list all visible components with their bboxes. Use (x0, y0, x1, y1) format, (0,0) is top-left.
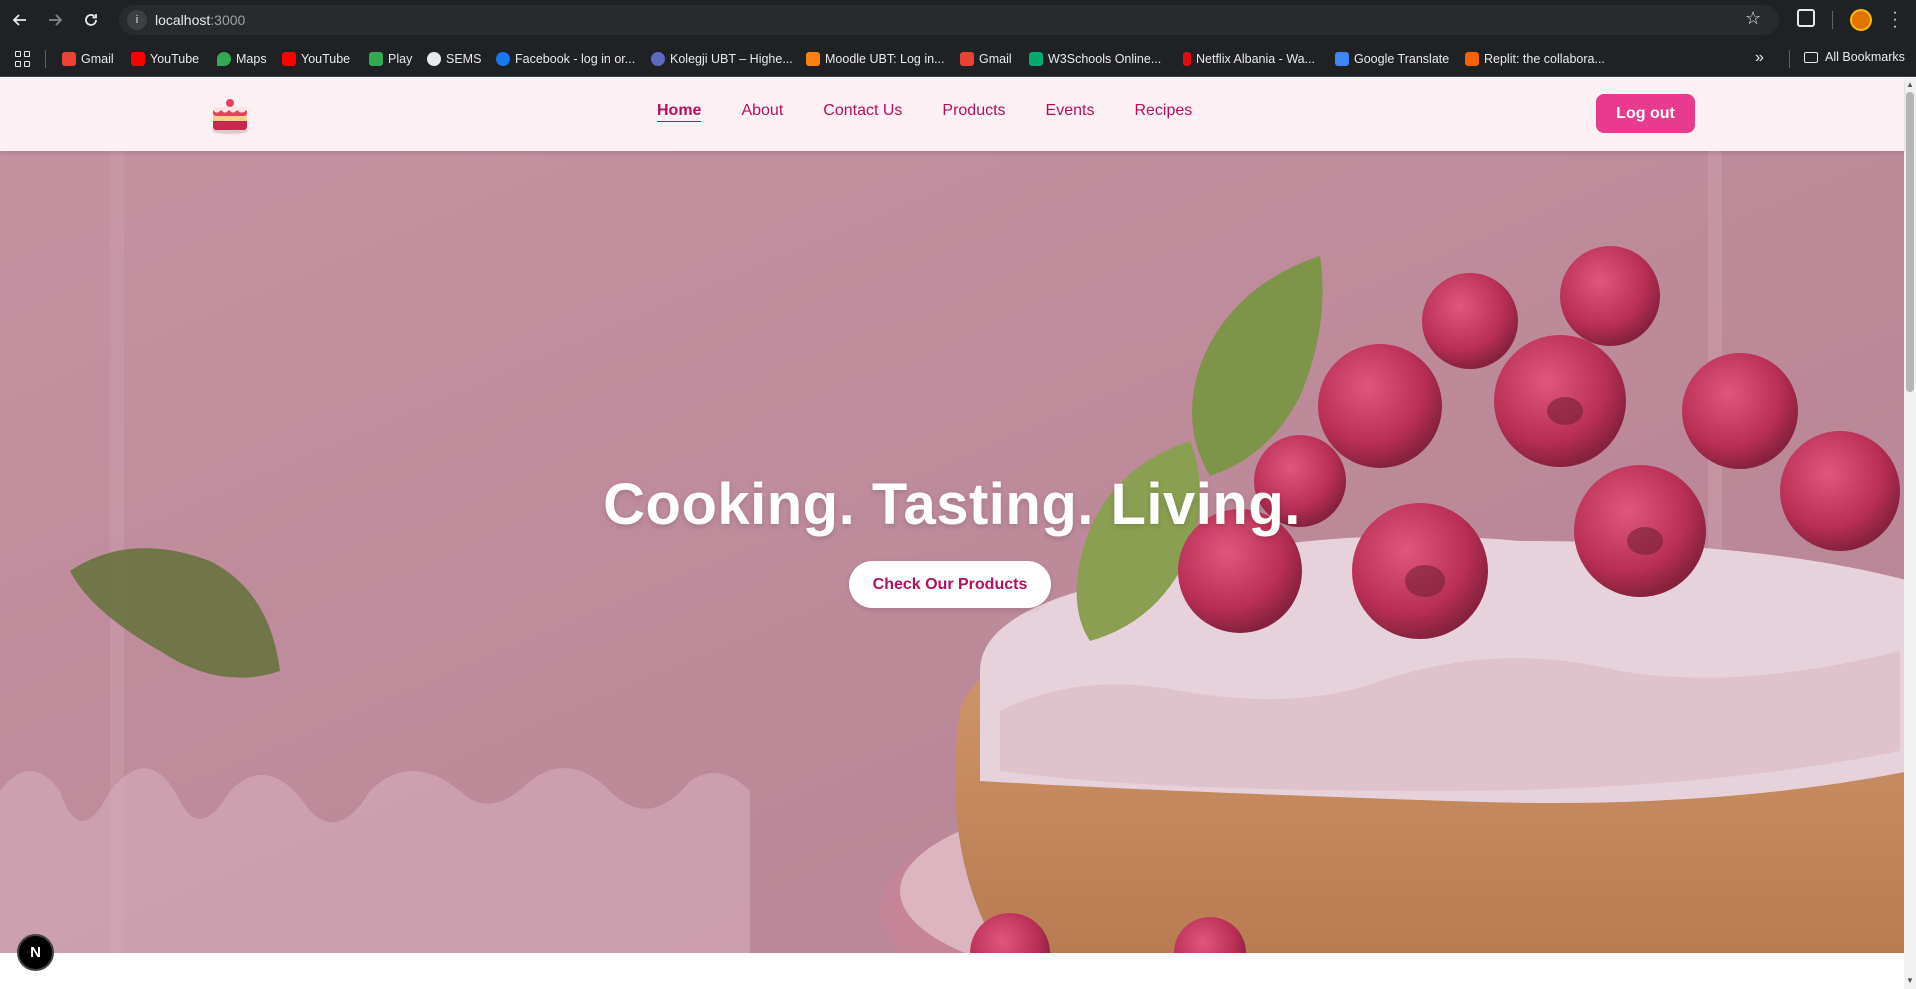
bookmark-youtube-2[interactable]: YouTube (282, 50, 350, 68)
scroll-up-icon[interactable]: ▲ (1906, 80, 1914, 89)
cake-logo-icon[interactable] (210, 98, 250, 134)
nextjs-dev-badge[interactable]: N (17, 934, 54, 971)
bookmarks-bar: Gmail YouTube Maps YouTube Play SEMS Fac… (0, 41, 1916, 77)
profile-avatar[interactable] (1850, 9, 1872, 31)
moodle-icon (806, 52, 820, 66)
ubt-icon (651, 52, 665, 66)
gmail-icon (62, 52, 76, 66)
nav-link-products[interactable]: Products (942, 102, 1005, 122)
bookmark-google-translate[interactable]: Google Translate (1335, 50, 1449, 68)
hero-overlay (0, 151, 1904, 953)
page-scrollbar[interactable]: ▲ ▼ (1904, 78, 1916, 989)
browser-toolbar: i localhost:3000 ☆ · · · (0, 0, 1916, 41)
nav-link-home[interactable]: Home (657, 102, 702, 122)
site-info-icon[interactable]: i (127, 10, 147, 30)
menu-kebab-icon[interactable]: · · · (1890, 5, 1900, 35)
scroll-down-icon[interactable]: ▼ (1906, 976, 1914, 985)
extensions-icon[interactable] (1797, 9, 1815, 27)
youtube-icon (131, 52, 145, 66)
gmail-icon (960, 52, 974, 66)
bookmark-w3schools[interactable]: W3Schools Online... (1029, 50, 1161, 68)
reload-icon[interactable] (79, 8, 103, 32)
bookmarks-overflow-icon[interactable]: » (1755, 49, 1764, 67)
url-text[interactable]: localhost:3000 (155, 12, 245, 28)
bookmark-star-icon[interactable]: ☆ (1745, 8, 1761, 29)
sems-icon (427, 52, 441, 66)
bookmark-gmail-2[interactable]: Gmail (960, 50, 1012, 68)
bookmark-facebook[interactable]: Facebook - log in or... (496, 50, 635, 68)
nav-link-contact-us[interactable]: Contact Us (823, 102, 902, 122)
all-bookmarks-button[interactable]: All Bookmarks (1804, 50, 1905, 64)
site-navbar: Home About Contact Us Products Events Re… (0, 78, 1904, 151)
toolbar-divider (1832, 11, 1833, 29)
bookmark-maps[interactable]: Maps (217, 50, 267, 68)
play-icon (369, 52, 383, 66)
bookmark-netflix[interactable]: Netflix Albania - Wa... (1183, 50, 1315, 68)
nav-link-about[interactable]: About (741, 102, 783, 122)
facebook-icon (496, 52, 510, 66)
bookmark-play[interactable]: Play (369, 50, 412, 68)
check-products-button[interactable]: Check Our Products (849, 561, 1051, 608)
bookmark-replit[interactable]: Replit: the collabora... (1465, 50, 1605, 68)
bookmark-gmail[interactable]: Gmail (62, 50, 114, 68)
netflix-icon (1183, 52, 1191, 66)
hero-section: Cooking. Tasting. Living. Check Our Prod… (0, 151, 1904, 953)
nav-links: Home About Contact Us Products Events Re… (657, 102, 1192, 122)
back-icon[interactable] (8, 8, 32, 32)
folder-icon (1804, 51, 1818, 63)
page-viewport: Home About Contact Us Products Events Re… (0, 78, 1916, 989)
bookmark-moodle[interactable]: Moodle UBT: Log in... (806, 50, 945, 68)
bookmarks-divider (45, 50, 46, 68)
hero-title: Cooking. Tasting. Living. (603, 472, 1301, 537)
logout-button[interactable]: Log out (1596, 94, 1695, 133)
nav-link-events[interactable]: Events (1046, 102, 1095, 122)
maps-icon (217, 52, 231, 66)
bookmark-youtube[interactable]: YouTube (131, 50, 199, 68)
address-bar[interactable]: i localhost:3000 (119, 5, 1779, 35)
apps-grid-icon[interactable] (15, 51, 31, 67)
translate-icon (1335, 52, 1349, 66)
forward-icon[interactable] (43, 8, 67, 32)
scroll-thumb[interactable] (1906, 92, 1914, 392)
bookmark-sems[interactable]: SEMS (427, 50, 481, 68)
nav-link-recipes[interactable]: Recipes (1134, 102, 1192, 122)
replit-icon (1465, 52, 1479, 66)
bookmarks-divider-2 (1789, 50, 1790, 68)
bookmark-kolegji-ubt[interactable]: Kolegji UBT – Highe... (651, 50, 793, 68)
w3schools-icon (1029, 52, 1043, 66)
youtube-icon (282, 52, 296, 66)
